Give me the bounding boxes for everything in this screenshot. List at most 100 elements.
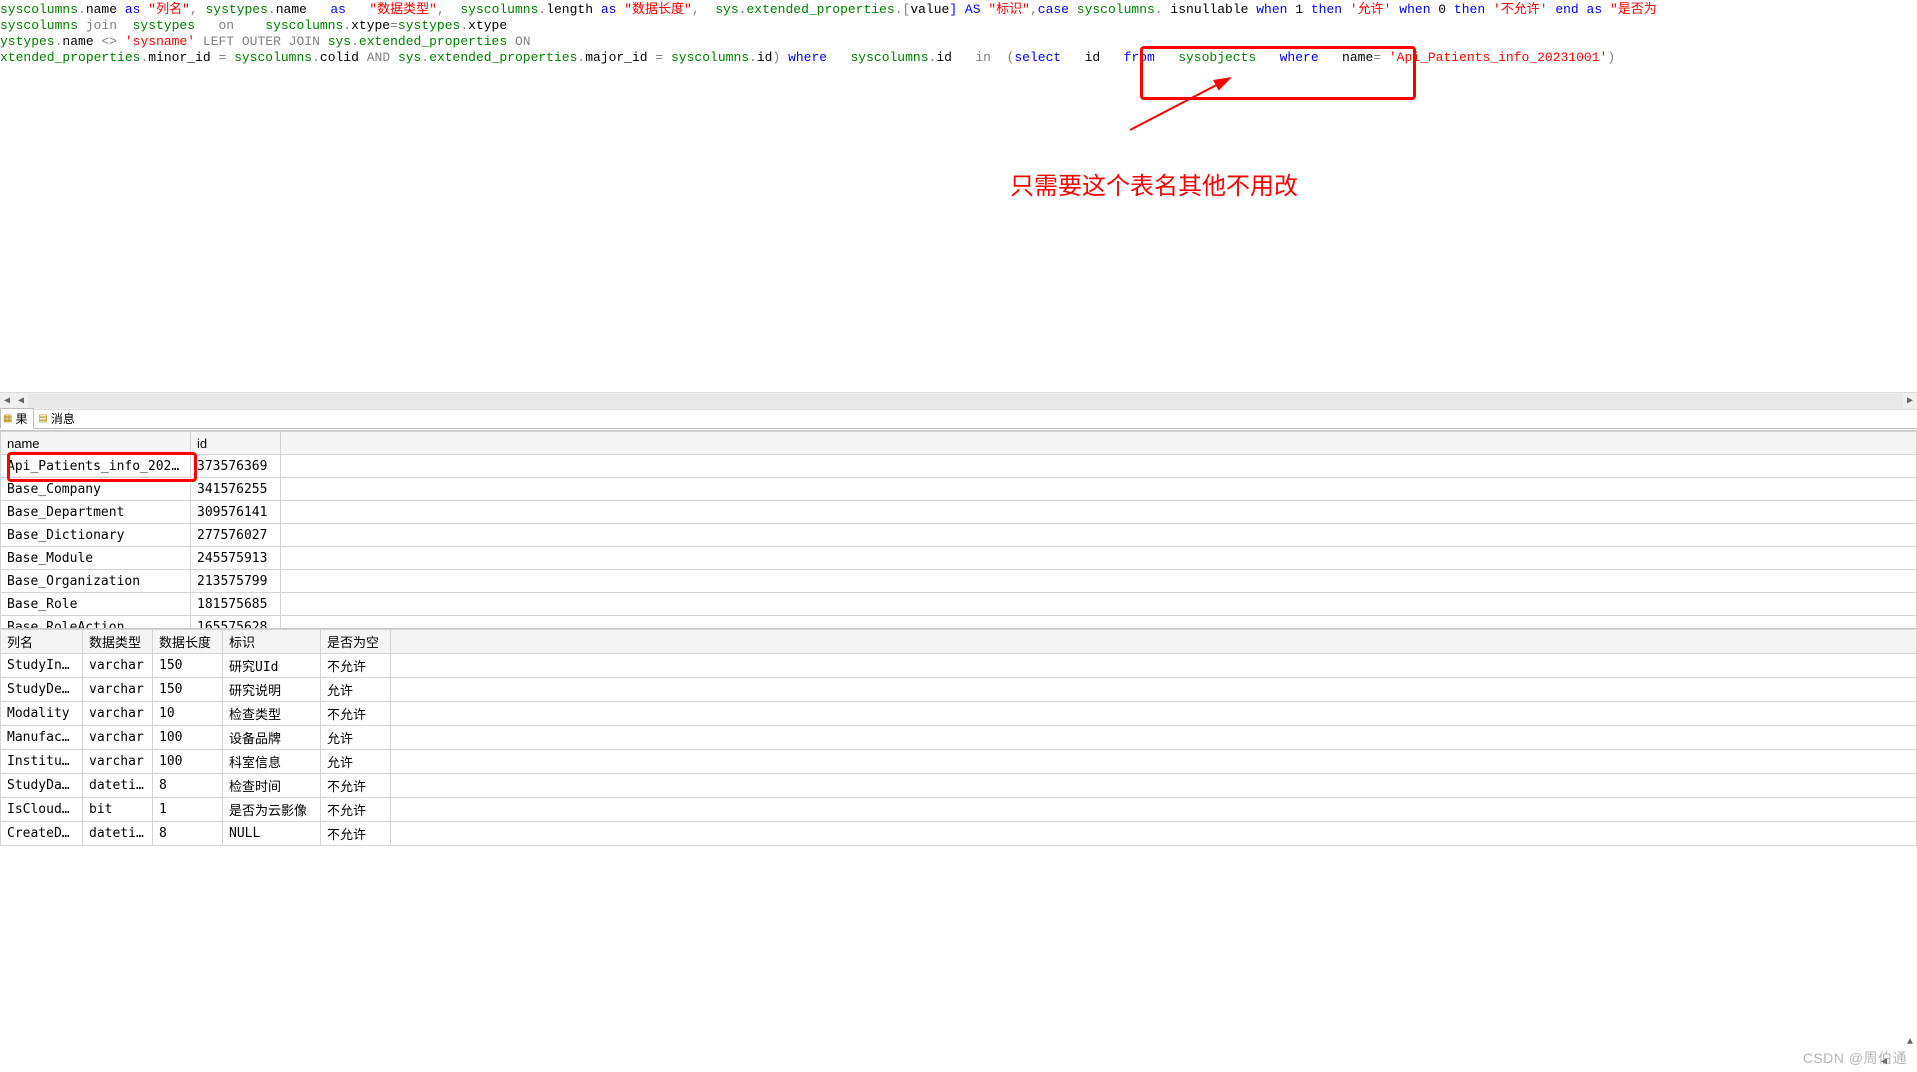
- grid2-cell[interactable]: 不允许: [321, 654, 391, 678]
- grid1-cell-name[interactable]: Base_Company: [1, 478, 191, 501]
- grid2-cell[interactable]: varchar: [83, 750, 153, 774]
- grid2-header[interactable]: 是否为空: [321, 630, 391, 654]
- table-row[interactable]: Api_Patients_info_20231001373576369: [1, 455, 1917, 478]
- sql-token: ,: [1030, 2, 1038, 17]
- grid2-cell[interactable]: 检查类型: [223, 702, 321, 726]
- tab-0[interactable]: ▦果: [0, 408, 34, 429]
- grid2-cell[interactable]: 不允许: [321, 822, 391, 846]
- grid1-cell-name[interactable]: Base_Organization: [1, 570, 191, 593]
- grid2-cell-blank: [391, 822, 1917, 846]
- tab-1[interactable]: ▤消息: [36, 409, 80, 428]
- grid1-cell-id[interactable]: 165575628: [191, 616, 281, 630]
- grid2-header[interactable]: 列名: [1, 630, 83, 654]
- grid2-cell[interactable]: 研究说明: [223, 678, 321, 702]
- grid2-cell[interactable]: 不允许: [321, 774, 391, 798]
- grid1-cell-blank: [281, 524, 1917, 547]
- grid2-cell[interactable]: datetime: [83, 774, 153, 798]
- grid1-cell-id[interactable]: 213575799: [191, 570, 281, 593]
- table-row[interactable]: Base_RoleAction165575628: [1, 616, 1917, 630]
- grid1-cell-id[interactable]: 277576027: [191, 524, 281, 547]
- grid1-cell-id[interactable]: 245575913: [191, 547, 281, 570]
- grid2-cell[interactable]: datetime: [83, 822, 153, 846]
- table-row[interactable]: Base_Company341576255: [1, 478, 1917, 501]
- sql-token: systypes: [398, 18, 460, 33]
- table-row[interactable]: Modalityvarchar10检查类型不允许: [1, 702, 1917, 726]
- grid2-cell[interactable]: 8: [153, 774, 223, 798]
- table-row[interactable]: Base_Module245575913: [1, 547, 1917, 570]
- sql-token: id: [936, 50, 952, 65]
- grid2-cell[interactable]: 不允许: [321, 702, 391, 726]
- grid2-cell[interactable]: 不允许: [321, 798, 391, 822]
- grid2-cell[interactable]: Manufac...: [1, 726, 83, 750]
- grid2-cell[interactable]: StudyIn...: [1, 654, 83, 678]
- grid2-cell[interactable]: varchar: [83, 654, 153, 678]
- grid2-cell[interactable]: 100: [153, 726, 223, 750]
- table-row[interactable]: IsCloud...bit1是否为云影像不允许: [1, 798, 1917, 822]
- grid1-cell-name[interactable]: Api_Patients_info_20231001: [1, 455, 191, 478]
- grid2-cell-blank: [391, 798, 1917, 822]
- scroll-right-icon[interactable]: ▶: [1903, 394, 1917, 408]
- grid1-cell-id[interactable]: 341576255: [191, 478, 281, 501]
- grid1-header[interactable]: id: [191, 432, 281, 455]
- sql-token: systypes: [205, 2, 267, 17]
- grid1-cell-name[interactable]: Base_Module: [1, 547, 191, 570]
- sql-token: '不允许': [1493, 2, 1548, 17]
- grid2-cell[interactable]: 10: [153, 702, 223, 726]
- table-row[interactable]: Base_Organization213575799: [1, 570, 1917, 593]
- grid2-cell[interactable]: 8: [153, 822, 223, 846]
- grid1-cell-name[interactable]: Base_Department: [1, 501, 191, 524]
- grid2-cell[interactable]: 科室信息: [223, 750, 321, 774]
- grid2-cell[interactable]: NULL: [223, 822, 321, 846]
- table-row[interactable]: Institu...varchar100科室信息允许: [1, 750, 1917, 774]
- table-row[interactable]: Base_Department309576141: [1, 501, 1917, 524]
- grid2-cell[interactable]: CreateDate: [1, 822, 83, 846]
- grid2-cell[interactable]: 100: [153, 750, 223, 774]
- grid2-header[interactable]: 数据类型: [83, 630, 153, 654]
- grid1-header[interactable]: name: [1, 432, 191, 455]
- grid2-cell[interactable]: 允许: [321, 678, 391, 702]
- table-row[interactable]: StudyDe...varchar150研究说明允许: [1, 678, 1917, 702]
- grid2-cell[interactable]: IsCloud...: [1, 798, 83, 822]
- table-row[interactable]: CreateDatedatetime8NULL不允许: [1, 822, 1917, 846]
- sql-token: extended_properties: [746, 2, 894, 17]
- grid2-cell[interactable]: 设备品牌: [223, 726, 321, 750]
- grid1-cell-name[interactable]: Base_RoleAction: [1, 616, 191, 630]
- grid2-cell[interactable]: varchar: [83, 678, 153, 702]
- scroll-track[interactable]: [28, 394, 1903, 408]
- grid2-cell[interactable]: 是否为云影像: [223, 798, 321, 822]
- result-grid-columns[interactable]: 列名数据类型数据长度标识是否为空StudyIn...varchar150研究UI…: [0, 628, 1917, 1072]
- grid1-cell-id[interactable]: 181575685: [191, 593, 281, 616]
- grid2-header[interactable]: 标识: [223, 630, 321, 654]
- grid2-cell[interactable]: 允许: [321, 726, 391, 750]
- grid2-cell[interactable]: 检查时间: [223, 774, 321, 798]
- grid2-cell[interactable]: Institu...: [1, 750, 83, 774]
- grid2-cell[interactable]: 研究UId: [223, 654, 321, 678]
- result-grid-sysobjects[interactable]: nameidApi_Patients_info_2023100137357636…: [0, 430, 1917, 629]
- grid2-cell[interactable]: varchar: [83, 702, 153, 726]
- table-row[interactable]: StudyDatedatetime8检查时间不允许: [1, 774, 1917, 798]
- table-row[interactable]: StudyIn...varchar150研究UId不允许: [1, 654, 1917, 678]
- grid2-header[interactable]: 数据长度: [153, 630, 223, 654]
- scroll-up-icon[interactable]: ▲: [1907, 1037, 1913, 1048]
- grid1-cell-name[interactable]: Base_Dictionary: [1, 524, 191, 547]
- table-row[interactable]: Base_Dictionary277576027: [1, 524, 1917, 547]
- grid1-cell-id[interactable]: 309576141: [191, 501, 281, 524]
- sql-editor[interactable]: syscolumns.name as "列名", systypes.name a…: [0, 0, 1917, 78]
- grid2-cell[interactable]: 允许: [321, 750, 391, 774]
- grid2-cell-blank: [391, 654, 1917, 678]
- grid2-cell[interactable]: 150: [153, 654, 223, 678]
- sql-token: ): [772, 50, 788, 65]
- grid1-cell-name[interactable]: Base_Role: [1, 593, 191, 616]
- grid2-cell[interactable]: Modality: [1, 702, 83, 726]
- grid2-cell[interactable]: bit: [83, 798, 153, 822]
- table-row[interactable]: Manufac...varchar100设备品牌允许: [1, 726, 1917, 750]
- grid2-cell[interactable]: varchar: [83, 726, 153, 750]
- scroll-left2-icon[interactable]: ◀: [14, 394, 28, 408]
- grid2-cell[interactable]: 150: [153, 678, 223, 702]
- grid1-cell-id[interactable]: 373576369: [191, 455, 281, 478]
- grid2-cell[interactable]: StudyDate: [1, 774, 83, 798]
- grid2-cell[interactable]: StudyDe...: [1, 678, 83, 702]
- table-row[interactable]: Base_Role181575685: [1, 593, 1917, 616]
- scroll-left-icon[interactable]: ◀: [0, 394, 14, 408]
- grid2-cell[interactable]: 1: [153, 798, 223, 822]
